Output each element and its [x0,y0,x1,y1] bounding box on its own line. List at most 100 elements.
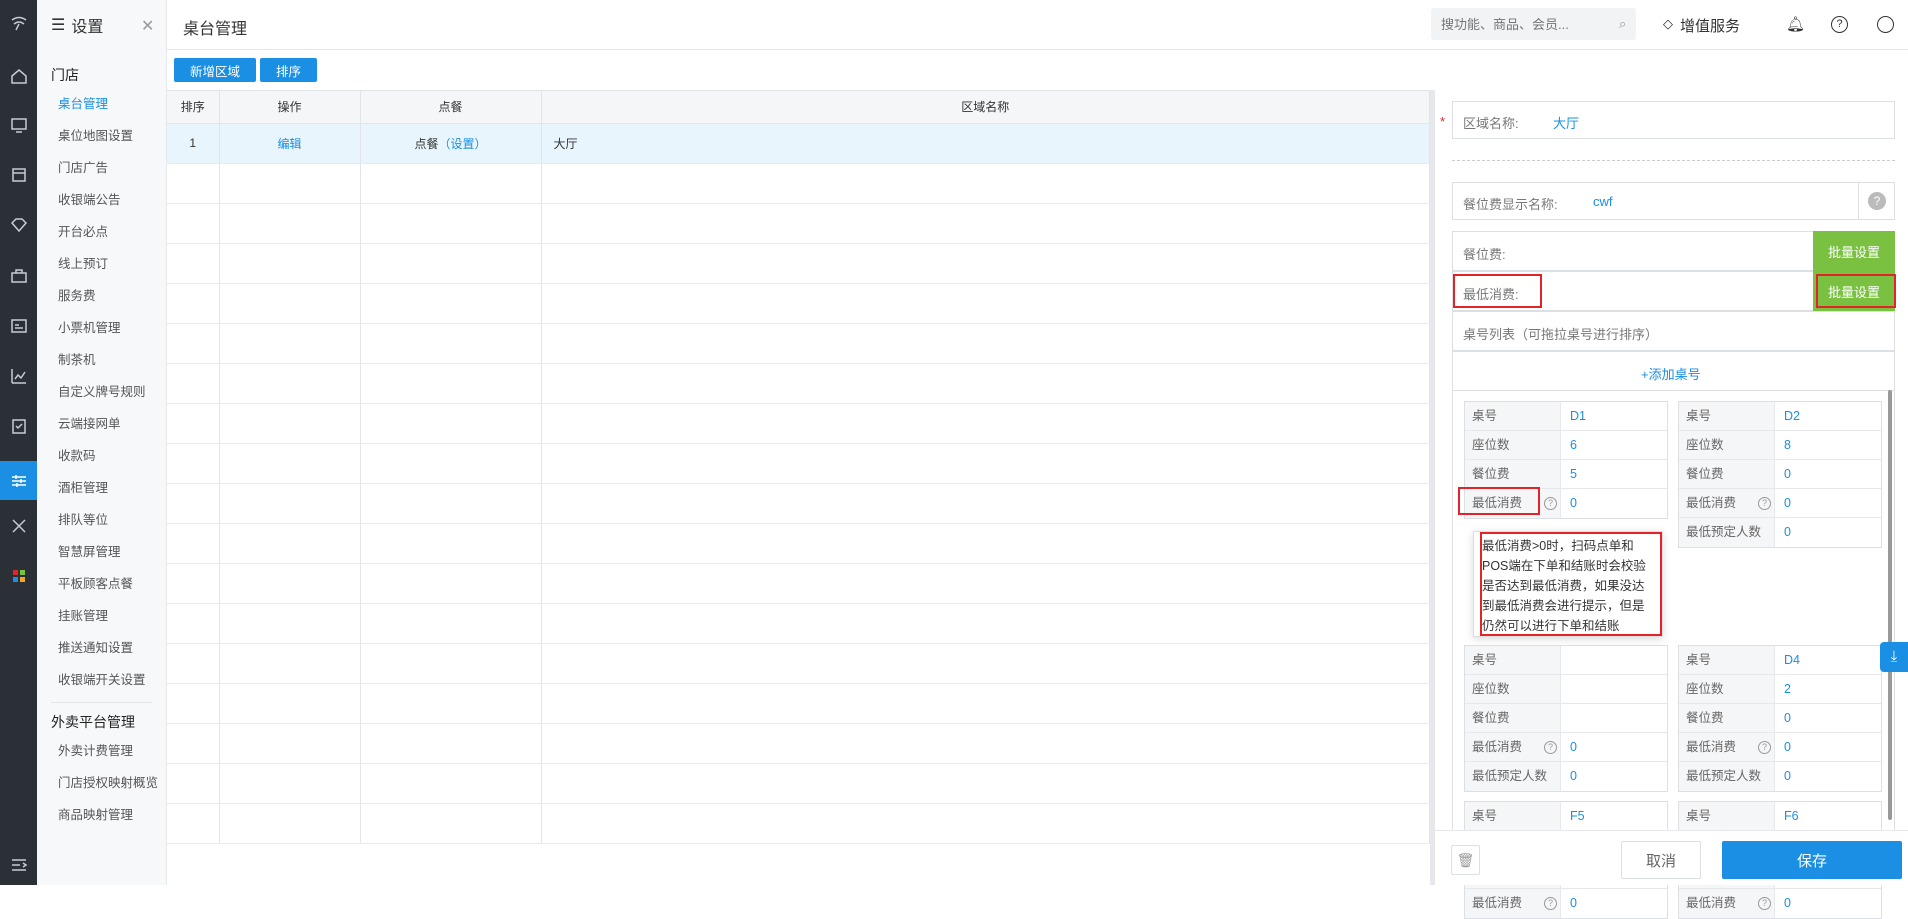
table-row[interactable]: 1 编辑 点餐（设置） 大厅 [167,123,1430,164]
key-label: 桌号 [1465,646,1561,674]
scrollbar[interactable] [1888,390,1892,820]
table-card[interactable]: 桌号 D2 座位数 8 餐位费 0 最低消费? 0 最低预定人数 0 [1678,401,1882,548]
sidebar-item-table-manage[interactable]: 桌台管理 [37,88,166,120]
seat-fee-display-value: cwf [1593,194,1613,209]
help-icon[interactable]: ? [1858,183,1895,219]
sidebar-item[interactable]: 收银端开关设置 [37,664,166,696]
seat-count[interactable]: 8 [1775,431,1881,459]
download-icon[interactable]: ⤓ [1880,642,1908,672]
batch-set-seat-fee-button[interactable]: 批量设置 [1813,231,1895,271]
table-no[interactable]: D4 [1775,646,1881,674]
sidebar-item[interactable]: 自定义牌号规则 [37,376,166,408]
table-card[interactable]: 桌号 座位数 餐位费 最低消费? 0 最低预定人数 0 [1464,645,1668,792]
briefcase-icon[interactable] [0,261,37,291]
sidebar-item[interactable]: 服务费 [37,280,166,312]
sidebar-item[interactable]: 智慧屏管理 [37,536,166,568]
table-no[interactable]: F6 [1775,802,1881,830]
vip-service-link[interactable]: 增值服务 [1680,15,1740,36]
highlight-box [1480,532,1662,636]
sidebar-item[interactable]: 收款码 [37,440,166,472]
home-icon[interactable] [0,61,37,91]
sidebar-item[interactable]: 门店广告 [37,152,166,184]
table-row [167,203,1430,244]
area-name-value: 大厅 [1553,116,1580,131]
table-card[interactable]: 桌号 D4 座位数 2 餐位费 0 最低消费? 0 最低预定人数 0 [1678,645,1882,792]
table-no[interactable]: D1 [1561,402,1667,430]
bell-icon[interactable]: 🔔︎ [1786,15,1805,33]
sidebar-item[interactable]: 云端接网单 [37,408,166,440]
apps-grid-icon[interactable] [0,561,37,591]
sidebar-item[interactable]: 推送通知设置 [37,632,166,664]
chart-icon[interactable] [0,361,37,391]
add-table-row: +添加桌号 [1452,351,1895,391]
sidebar-item[interactable]: 挂账管理 [37,600,166,632]
sidebar-item[interactable]: 桌位地图设置 [37,120,166,152]
min-consume[interactable]: 0 [1561,889,1667,918]
sidebar-item[interactable]: 平板顾客点餐 [37,568,166,600]
seat-fee[interactable]: 5 [1561,460,1667,488]
trash-icon[interactable]: 🗑︎ [1451,845,1480,875]
help-icon[interactable]: ? [1544,897,1557,910]
min-consume[interactable]: 0 [1775,889,1881,918]
seat-count[interactable]: 6 [1561,431,1667,459]
user-avatar-icon[interactable] [1877,16,1894,33]
tools-icon[interactable] [0,511,37,541]
area-name-field[interactable]: 区域名称: 大厅 [1452,101,1895,139]
settings-sliders-icon[interactable] [0,461,37,500]
help-icon[interactable]: ? [1758,897,1771,910]
add-table-link[interactable]: +添加桌号 [1641,364,1701,383]
sidebar-item[interactable]: 线上预订 [37,248,166,280]
sidebar-item[interactable]: 排队等位 [37,504,166,536]
min-reserve[interactable]: 0 [1775,518,1881,547]
sidebar-item[interactable]: 商品映射管理 [37,799,166,831]
sidebar-item[interactable]: 开台必点 [37,216,166,248]
table-no[interactable]: F5 [1561,802,1667,830]
save-button[interactable]: 保存 [1722,841,1902,879]
table-row [167,603,1430,644]
sidebar-item[interactable]: 制茶机 [37,344,166,376]
edit-link[interactable]: 编辑 [277,137,301,151]
close-icon[interactable]: ✕ [141,16,154,36]
box-icon[interactable] [0,160,37,190]
monitor-icon[interactable] [0,110,37,140]
help-icon[interactable]: ? [1544,497,1557,510]
sidebar-item[interactable]: 门店授权映射概览 [37,767,166,799]
diamond-icon[interactable] [0,210,37,240]
seat-fee[interactable] [1561,704,1667,732]
seat-fee[interactable]: 0 [1775,460,1881,488]
sidebar-item[interactable]: 酒柜管理 [37,472,166,504]
help-icon[interactable]: ? [1758,741,1771,754]
sidebar-item[interactable]: 小票机管理 [37,312,166,344]
table-no[interactable]: D2 [1775,402,1881,430]
min-consume[interactable]: 0 [1775,733,1881,761]
cancel-button[interactable]: 取消 [1621,841,1701,879]
top-bar: 桌台管理 ⌕ ◇ 增值服务 🔔︎ ? [167,0,1908,50]
table-no[interactable] [1561,646,1667,674]
sort-button[interactable]: 排序 [260,58,317,82]
logo-icon[interactable] [0,8,37,38]
help-icon[interactable]: ? [1831,16,1848,33]
seat-count[interactable] [1561,675,1667,703]
order-setting-link[interactable]: （设置） [439,137,487,151]
help-icon[interactable]: ? [1758,497,1771,510]
seat-count[interactable]: 2 [1775,675,1881,703]
order-label: 点餐 [414,136,439,151]
table-row [167,403,1430,444]
help-icon[interactable]: ? [1544,741,1557,754]
min-consume[interactable]: 0 [1561,489,1667,518]
key-label: 最低消费 [1472,740,1523,754]
clipboard-icon[interactable] [0,411,37,441]
collapse-menu-icon[interactable] [0,850,37,880]
sidebar-item[interactable]: 外卖计费管理 [37,735,166,767]
add-area-button[interactable]: 新增区域 [174,58,256,82]
idcard-icon[interactable] [0,311,37,341]
min-reserve[interactable]: 0 [1561,762,1667,791]
search-icon[interactable]: ⌕ [1619,16,1626,32]
search-input[interactable] [1431,8,1636,40]
seat-fee-display-field[interactable]: 餐位费显示名称: cwf ? [1452,182,1895,220]
seat-fee[interactable]: 0 [1775,704,1881,732]
min-reserve[interactable]: 0 [1775,762,1881,791]
min-consume[interactable]: 0 [1775,489,1881,517]
sidebar-item[interactable]: 收银端公告 [37,184,166,216]
min-consume[interactable]: 0 [1561,733,1667,761]
